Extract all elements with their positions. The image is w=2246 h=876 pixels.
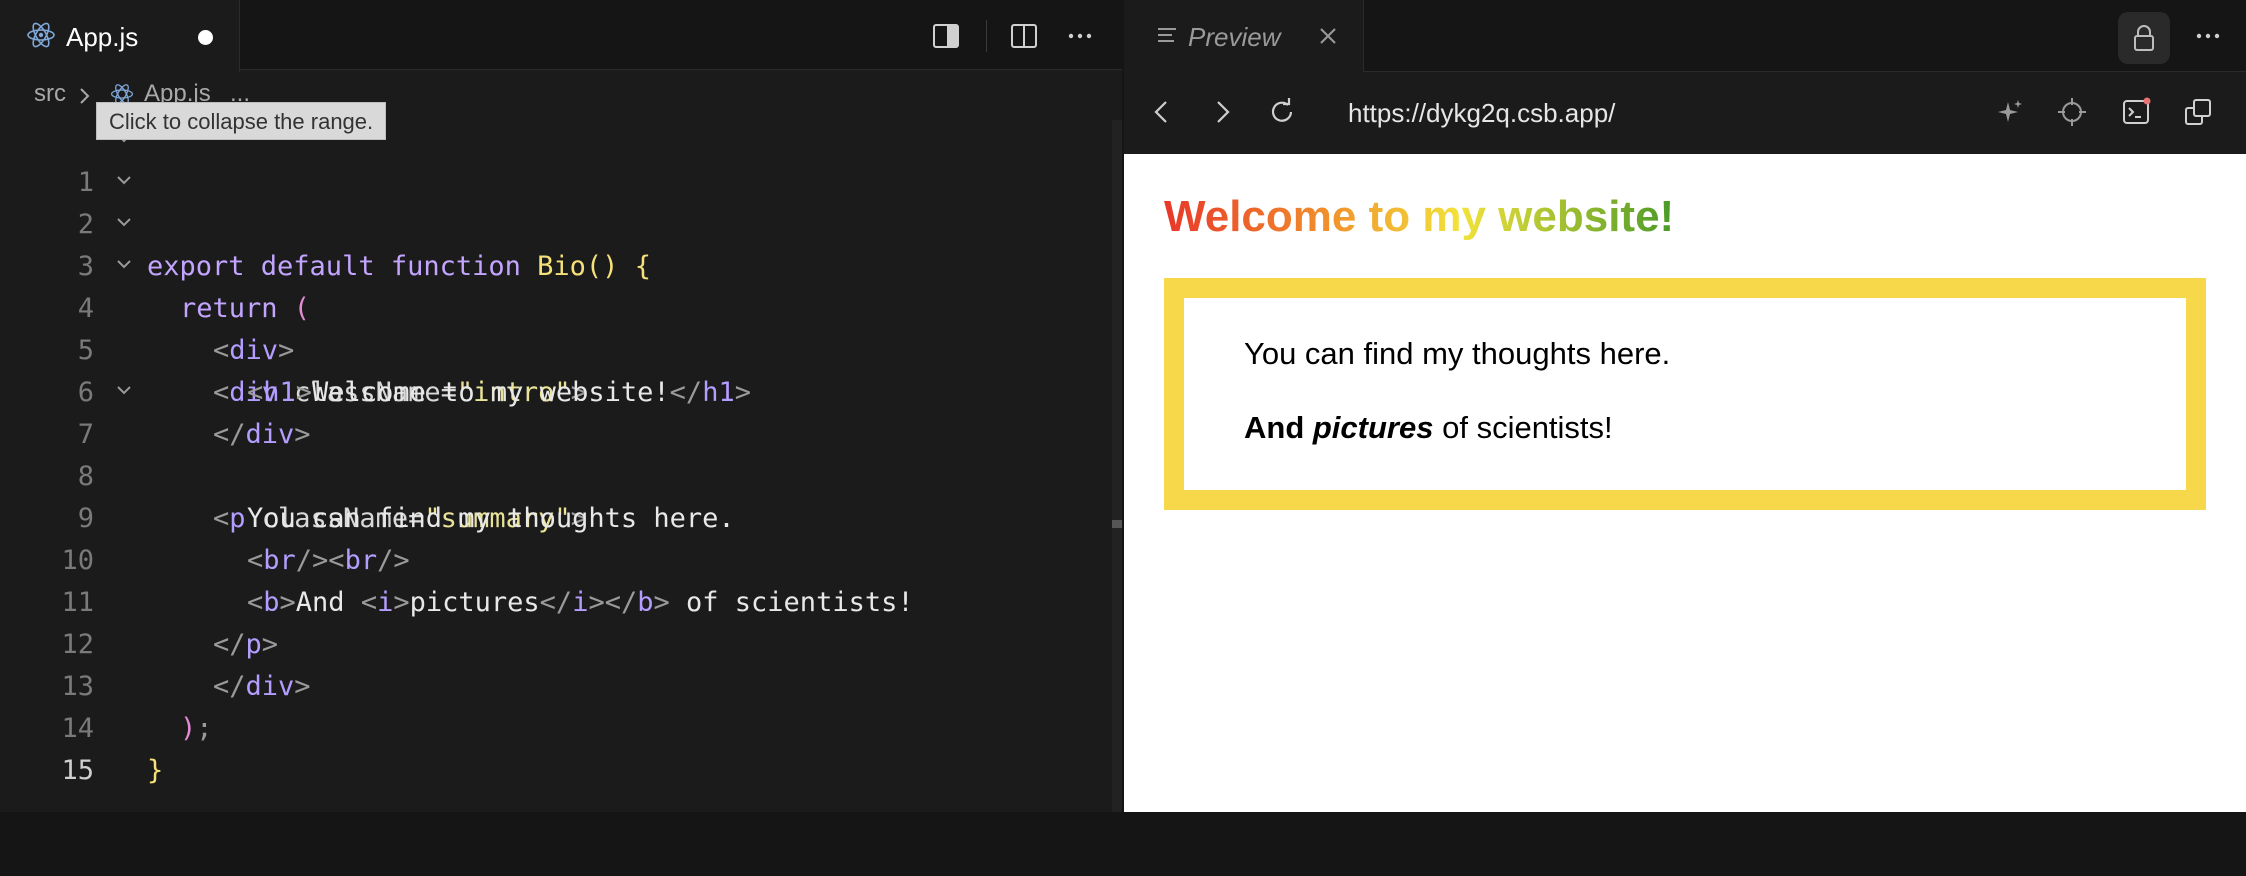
preview-content: Welcome to my website! You can find my t… [1124, 154, 2246, 812]
more-icon[interactable] [2192, 20, 2224, 52]
close-icon[interactable] [1316, 24, 1340, 48]
sparkle-icon[interactable] [1994, 96, 2026, 128]
code-line[interactable]: 5 <h1>Welcome to my website!</h1> [0, 288, 1110, 408]
collapse-tooltip: Click to collapse the range. [96, 102, 387, 140]
toggle-sidebar-icon[interactable] [930, 20, 962, 52]
split-editor-icon[interactable] [1008, 20, 1040, 52]
more-icon[interactable] [1064, 20, 1096, 52]
chevron-down-icon[interactable] [114, 170, 134, 190]
chevron-down-icon[interactable] [114, 212, 134, 232]
chevron-down-icon[interactable] [114, 254, 134, 274]
summary-caption: And pictures of scientists! [1244, 410, 1613, 446]
code-line[interactable]: 10 <b>And <i>pictures</i></b> of scienti… [0, 498, 1110, 618]
react-icon [27, 22, 55, 48]
trailing-text: of scientists! [1433, 410, 1613, 445]
preview-pane: Preview https://dykg2q.csb.app/ Welcome … [1124, 0, 2246, 812]
unsaved-dot-icon[interactable] [198, 30, 213, 45]
chevron-down-icon[interactable] [114, 380, 134, 400]
line-number: 15 [61, 755, 94, 786]
editor-tab-bar: App.js [0, 0, 1122, 72]
code-line[interactable]: 3 <div> [0, 204, 1110, 366]
forward-icon[interactable] [1206, 96, 1238, 128]
crosshair-icon[interactable] [2056, 96, 2088, 128]
scrollbar-thumb[interactable] [1112, 520, 1122, 528]
bold-text: And [1244, 410, 1313, 445]
code-line[interactable]: 12 </div> [0, 582, 1110, 702]
code-line[interactable]: 7 <p className="summary"> [0, 372, 1110, 534]
welcome-heading: Welcome to my website! [1164, 192, 1675, 241]
tab-label: Preview [1188, 22, 1281, 52]
preview-list-icon [1158, 28, 1176, 42]
summary-box: You can find my thoughts here. And pictu… [1164, 278, 2206, 510]
code-line[interactable]: 6 </div> [0, 330, 1110, 450]
open-external-icon[interactable] [2182, 96, 2214, 128]
address-bar[interactable]: https://dykg2q.csb.app/ [1348, 98, 1615, 129]
preview-nav-bar: https://dykg2q.csb.app/ [1124, 72, 2246, 154]
tab-label: App.js [66, 22, 139, 52]
code-line[interactable]: 11 </p> [0, 540, 1110, 660]
code-text: } [147, 755, 164, 786]
lock-icon [2134, 25, 2154, 51]
tab-app-js[interactable]: App.js [0, 0, 240, 72]
back-icon[interactable] [1146, 96, 1178, 128]
code-line[interactable]: 8 You can find my thoughts here. [0, 414, 1110, 534]
code-line[interactable]: 4 <div className="intro"> [0, 246, 1110, 408]
code-line[interactable]: 14 } [0, 666, 1110, 786]
lock-button[interactable] [2118, 12, 2170, 64]
toolbar-divider [986, 20, 987, 52]
breadcrumb-folder[interactable]: src [34, 80, 66, 108]
code-line[interactable]: 9 <br/><br/> [0, 456, 1110, 576]
editor-scrollbar[interactable] [1112, 120, 1122, 812]
preview-tab-bar: Preview [1124, 0, 2246, 72]
code-line[interactable]: 2 return ( [0, 162, 1110, 324]
code-line[interactable]: 13 ); [0, 624, 1110, 744]
reload-icon[interactable] [1266, 96, 1298, 128]
summary-text: You can find my thoughts here. [1244, 336, 1671, 371]
tab-preview[interactable]: Preview [1124, 0, 1364, 72]
italic-text: pictures [1312, 410, 1434, 445]
code-line[interactable]: 15 [0, 708, 1110, 786]
chevron-right-icon [80, 88, 90, 104]
code-editor-pane: App.js src App.js ... 1 export default f… [0, 0, 1122, 812]
terminal-icon[interactable] [2120, 96, 2152, 128]
